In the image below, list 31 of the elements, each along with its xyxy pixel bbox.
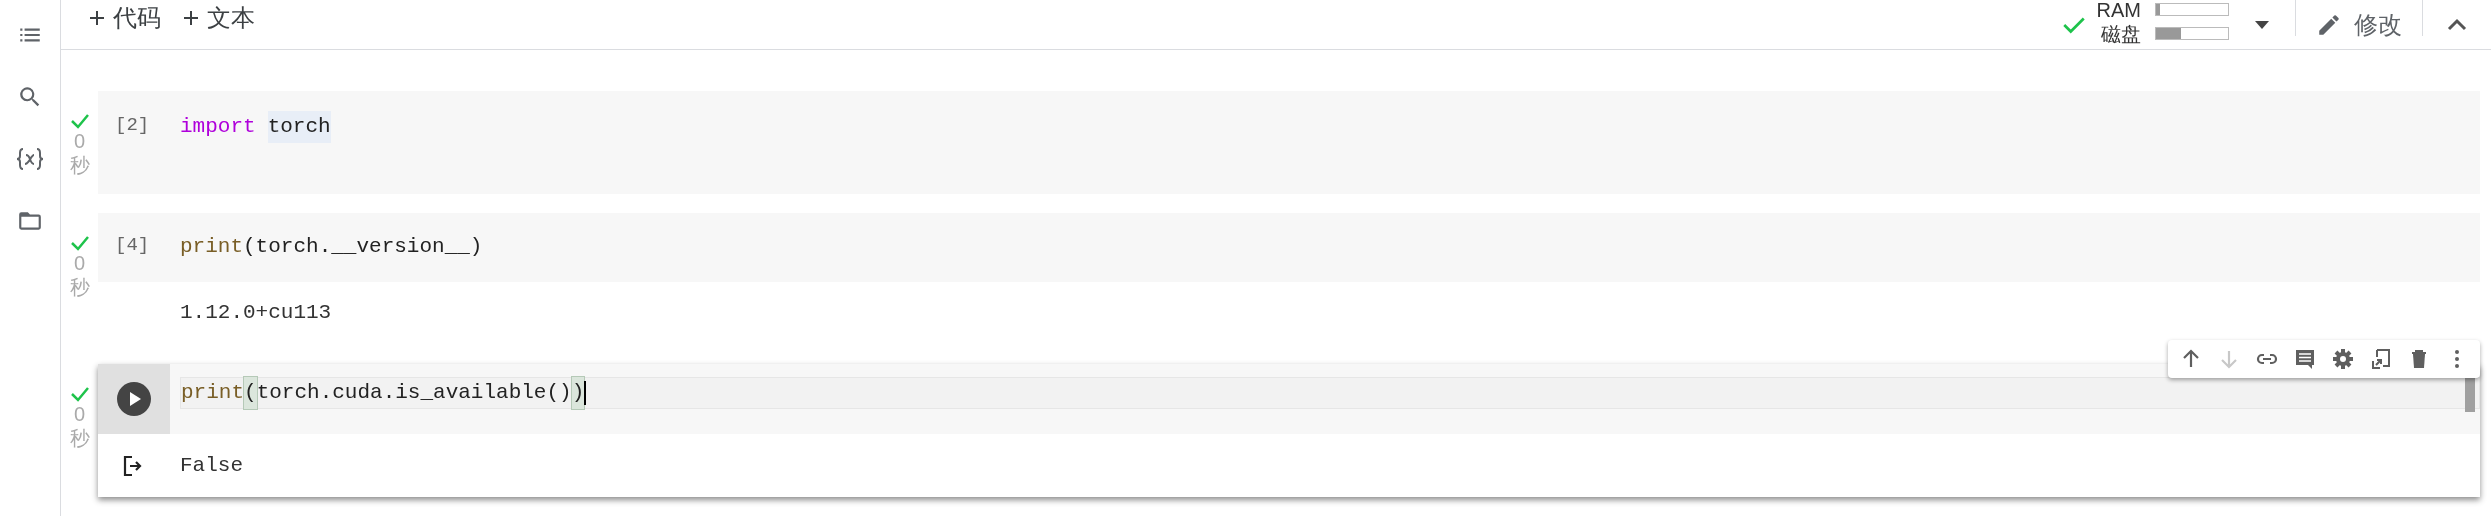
code-token: torch.cuda.is_available() [256,380,572,407]
cell-output: 1.12.0+cu113 [180,300,332,327]
gear-icon[interactable] [2331,347,2355,371]
plus-icon [183,9,199,26]
code-token: (torch.__version__) [243,234,483,260]
add-button[interactable]: 代码 [89,0,161,36]
code-token: print [180,234,243,260]
cell-output: False [180,452,243,479]
variables-icon[interactable] [15,146,45,172]
execution-count: [4] [114,233,151,258]
add-button[interactable]: 文本 [183,0,255,36]
code-token: print [181,380,244,407]
execution-time: 0 秒 [68,251,91,299]
code-token: ( [244,377,257,409]
execution-count: [2] [114,113,151,138]
execution-time: 0 秒 [68,402,91,450]
code-token: torch [267,111,331,143]
comment-icon[interactable] [2293,347,2317,371]
meter-label: RAM [2096,0,2141,22]
execution-time: 0 秒 [68,129,91,177]
run-button-icon[interactable] [116,381,152,417]
code-token: ) [571,377,585,409]
code-editor[interactable]: print(torch.cuda.is_available()) [180,377,2480,409]
meter-label: 磁盘 [2100,21,2141,46]
mirror-cell-icon[interactable] [2369,347,2393,371]
dropdown-caret-icon[interactable] [2253,18,2271,31]
plus-icon [89,9,105,26]
code-editor[interactable]: print(torch.__version__) [180,231,483,263]
code-token: import [180,114,256,140]
code-editor[interactable]: import torch [180,111,331,143]
edit-button[interactable]: 修改 [2296,0,2422,49]
